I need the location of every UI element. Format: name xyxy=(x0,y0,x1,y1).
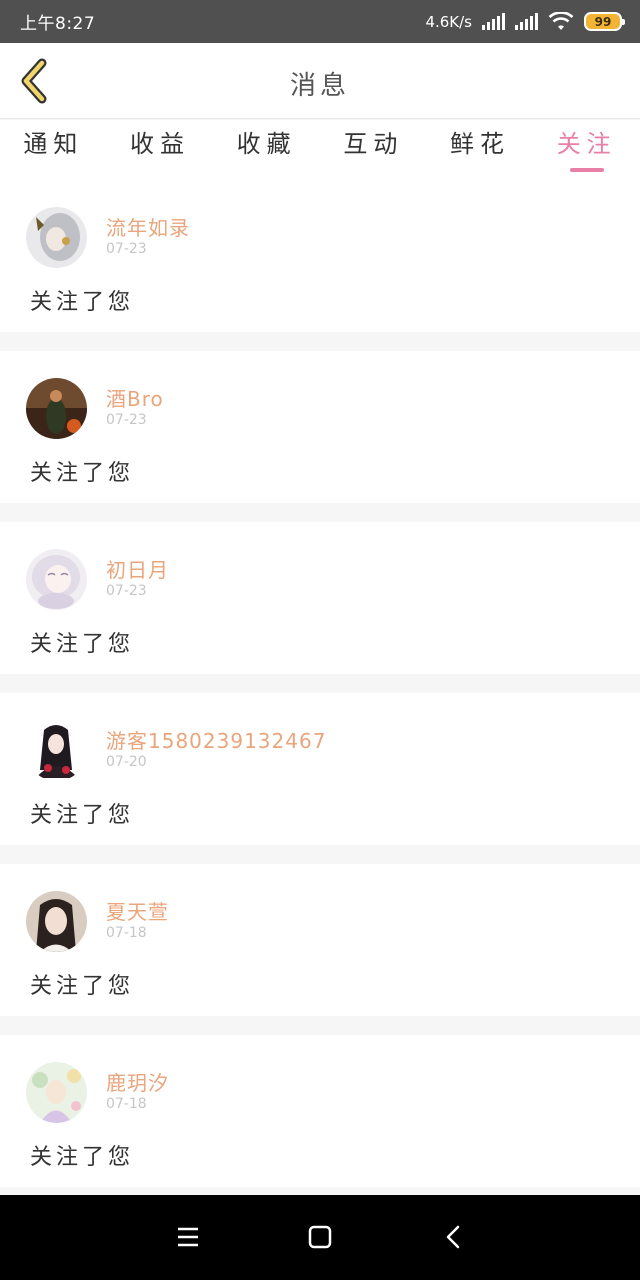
username[interactable]: 流年如录 xyxy=(106,212,190,241)
message-text: 关注了您 xyxy=(30,1145,135,1170)
header: 消息 xyxy=(0,43,640,119)
tab-bar: 通知 收益 收藏 互动 鲜花 关注 xyxy=(0,120,640,180)
username[interactable]: 初日月 xyxy=(106,554,169,583)
timestamp: 07-18 xyxy=(106,925,147,941)
list-item[interactable]: 鹿玥汐 07-18 关注了您 xyxy=(0,1035,640,1187)
tab-flowers[interactable]: 鲜花 xyxy=(427,120,534,180)
system-nav-bar xyxy=(0,1195,640,1280)
net-speed: 4.6K/s xyxy=(425,12,472,31)
home-icon[interactable] xyxy=(304,1221,336,1253)
list-item[interactable]: 酒Bro 07-23 关注了您 xyxy=(0,351,640,503)
tab-interactions[interactable]: 互动 xyxy=(320,120,427,180)
username[interactable]: 酒Bro xyxy=(106,383,164,412)
message-text: 关注了您 xyxy=(30,974,135,999)
timestamp: 07-23 xyxy=(106,241,147,257)
timestamp: 07-23 xyxy=(106,412,147,428)
signal-icon xyxy=(482,12,505,30)
menu-icon[interactable] xyxy=(172,1221,204,1253)
message-text: 关注了您 xyxy=(30,632,135,657)
status-time: 上午8:27 xyxy=(20,14,96,34)
message-text: 关注了您 xyxy=(30,461,135,486)
timestamp: 07-20 xyxy=(106,754,147,770)
avatar[interactable] xyxy=(26,891,87,952)
username[interactable]: 夏天萱 xyxy=(106,896,169,925)
username[interactable]: 鹿玥汐 xyxy=(106,1067,169,1096)
avatar[interactable] xyxy=(26,720,87,781)
timestamp: 07-18 xyxy=(106,1096,147,1112)
username[interactable]: 游客1580239132467 xyxy=(106,725,326,754)
active-tab-indicator xyxy=(569,168,604,172)
page-title: 消息 xyxy=(289,71,350,101)
tab-earnings[interactable]: 收益 xyxy=(107,120,214,180)
avatar[interactable] xyxy=(26,1062,87,1123)
list-item[interactable]: 流年如录 07-23 关注了您 xyxy=(0,180,640,332)
tab-follows[interactable]: 关注 xyxy=(533,120,640,180)
tab-favorites[interactable]: 收藏 xyxy=(213,120,320,180)
battery-icon: 99 xyxy=(584,12,625,31)
status-bar: 上午8:27 4.6K/s 99 xyxy=(0,0,640,43)
list-item[interactable]: 游客1580239132467 07-20 关注了您 xyxy=(0,693,640,845)
message-text: 关注了您 xyxy=(30,290,135,315)
notification-list: 流年如录 07-23 关注了您 酒Bro 07-23 关注了您 初日月 07-2… xyxy=(0,180,640,1206)
back-icon[interactable] xyxy=(438,1221,470,1253)
battery-level: 99 xyxy=(594,14,612,29)
wifi-icon xyxy=(548,11,574,30)
status-icons: 4.6K/s 99 xyxy=(425,11,625,32)
avatar[interactable] xyxy=(26,207,87,268)
list-item[interactable]: 夏天萱 07-18 关注了您 xyxy=(0,864,640,1016)
timestamp: 07-23 xyxy=(106,583,147,599)
list-item[interactable]: 初日月 07-23 关注了您 xyxy=(0,522,640,674)
avatar[interactable] xyxy=(26,378,87,439)
signal-icon xyxy=(515,12,538,30)
screen: 上午8:27 4.6K/s 99 消息 通知 收益 收藏 互动 鲜花 关注 流年… xyxy=(0,0,640,1280)
avatar[interactable] xyxy=(26,549,87,610)
message-text: 关注了您 xyxy=(30,803,135,828)
tab-follows-label: 关注 xyxy=(556,130,617,158)
tab-notifications[interactable]: 通知 xyxy=(0,120,107,180)
